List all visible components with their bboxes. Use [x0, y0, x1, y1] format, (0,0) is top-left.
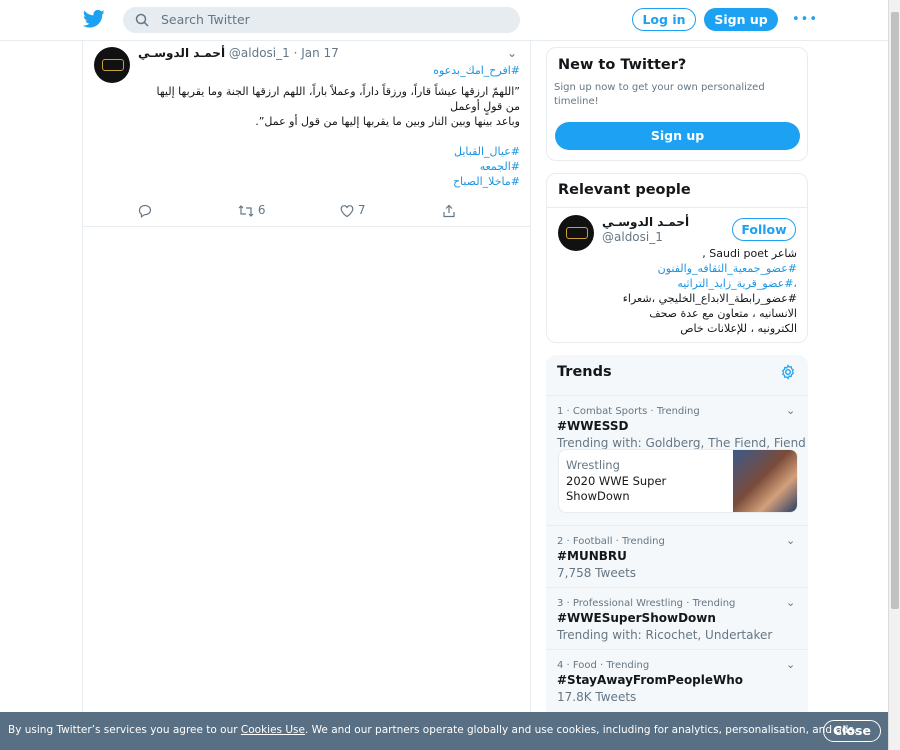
- cookie-close-button[interactable]: Close: [823, 720, 881, 742]
- trend-meta: 2 · Football · Trending: [557, 536, 665, 547]
- tweet-text-line: وباعد بينها وبين النار وبين ما يقربها إل…: [255, 115, 520, 128]
- new-to-twitter-card: New to Twitter? Sign up now to get your …: [546, 47, 808, 161]
- trend-tweet-count: 7,758 Tweets: [557, 566, 637, 580]
- bio-hashtag-link[interactable]: ،#عضو_قرية_زايد_التراثيه: [555, 276, 797, 291]
- news-thumbnail-image: [733, 450, 797, 512]
- bio-line: الكترونيه ، للإعلانات خاص: [680, 322, 797, 335]
- tweet-text-line: من قولٍ أوعمل: [450, 100, 520, 113]
- hashtag-link[interactable]: #ماخلا_الصباح: [138, 174, 520, 189]
- relevant-person-bio: شاعر Saudi poet , #عضو_جمعية_الثقافه_وال…: [555, 246, 797, 336]
- relevant-people-card: Relevant people أحمـد الدوسـي @aldosi_1 …: [546, 173, 808, 343]
- trends-card: Trends 1 · Combat Sports · Trending ⌄ #W…: [546, 355, 808, 725]
- chevron-down-icon[interactable]: ⌄: [786, 658, 795, 671]
- bio-line: #عضو_رابطة_الابداع_الخليجي ،شعراء: [622, 292, 797, 305]
- signup-button[interactable]: Sign up: [704, 8, 778, 31]
- cookie-text-after: . We and our partners operate globally a…: [304, 724, 858, 736]
- reply-icon: [138, 204, 152, 218]
- chevron-down-icon[interactable]: ⌄: [786, 596, 795, 609]
- trend-meta: 3 · Professional Wrestling · Trending: [557, 598, 736, 609]
- chevron-down-icon[interactable]: ⌄: [786, 534, 795, 547]
- author-avatar[interactable]: [94, 47, 130, 83]
- trend-tweet-count: 17.8K Tweets: [557, 690, 637, 704]
- news-title: 2020 WWE Super ShowDown: [566, 474, 667, 503]
- trend-meta: 4 · Food · Trending: [557, 660, 650, 671]
- timeline: أحمـد الدوسـي @aldosi_1 · Jan 17 ⌄ #افرح…: [82, 40, 531, 750]
- like-count: 7: [357, 203, 366, 217]
- trend-name[interactable]: #MUNBRU: [557, 549, 627, 563]
- hashtag-link[interactable]: #عيال_القبايل: [138, 144, 520, 159]
- follow-button[interactable]: Follow: [732, 218, 796, 241]
- cookie-text: By using Twitter’s services you agree to…: [8, 724, 857, 736]
- author-name[interactable]: أحمـد الدوسـي: [138, 46, 225, 60]
- relevant-person-handle[interactable]: @aldosi_1: [602, 230, 663, 244]
- relevant-person-name[interactable]: أحمـد الدوسـي: [602, 215, 689, 229]
- tweet-date[interactable]: · Jan 17: [294, 46, 339, 60]
- cookie-banner: By using Twitter’s services you agree to…: [0, 712, 888, 750]
- tweet[interactable]: أحمـد الدوسـي @aldosi_1 · Jan 17 ⌄ #افرح…: [83, 40, 530, 227]
- more-options-icon[interactable]: •••: [792, 12, 818, 27]
- trend-name[interactable]: #StayAwayFromPeopleWho: [557, 673, 743, 687]
- twitter-bird-icon[interactable]: [83, 9, 105, 29]
- share-button[interactable]: [442, 203, 456, 218]
- search-placeholder: Search Twitter: [161, 12, 250, 27]
- settings-gear-icon[interactable]: [780, 364, 796, 380]
- retweet-icon: [238, 204, 254, 217]
- tweet-text-line: ”اللهمّ ارزقها عيشاً قاراً، ورزقاً داراً…: [156, 85, 521, 98]
- bio-hashtag-link[interactable]: #عضو_جمعية_الثقافه_والفنون: [555, 261, 797, 276]
- bio-line: الانسانيه ، متعاون مع عدة صحف: [649, 307, 797, 320]
- new-to-twitter-title: New to Twitter?: [558, 57, 687, 73]
- trend-name[interactable]: #WWESuperShowDown: [557, 611, 716, 625]
- author-handle[interactable]: @aldosi_1: [229, 46, 290, 60]
- top-navigation-bar: Search Twitter Log in Sign up •••: [0, 0, 888, 41]
- trend-context: Trending with: Goldberg, The Fiend, Fien…: [557, 436, 806, 450]
- heart-icon: [340, 204, 354, 217]
- new-to-twitter-text: Sign up now to get your own personalized…: [554, 82, 765, 107]
- trend-context: Trending with: Ricochet, Undertaker: [557, 628, 773, 642]
- search-input[interactable]: Search Twitter: [123, 7, 520, 33]
- trends-title: Trends: [557, 364, 612, 380]
- retweet-button[interactable]: 6: [238, 203, 265, 218]
- chevron-down-icon[interactable]: ⌄: [786, 404, 795, 417]
- cookies-use-link[interactable]: Cookies Use: [241, 724, 305, 736]
- sidebar-signup-button[interactable]: Sign up: [555, 122, 800, 150]
- login-button[interactable]: Log in: [632, 8, 696, 31]
- news-category: Wrestling: [566, 458, 620, 472]
- hashtag-link[interactable]: #افرح_امك_بدعوه: [138, 63, 520, 78]
- retweet-count: 6: [257, 203, 266, 217]
- tweet-header: أحمـد الدوسـي @aldosi_1 · Jan 17: [138, 46, 339, 60]
- tweet-text: #افرح_امك_بدعوه ”اللهمّ ارزقها عيشاً قار…: [138, 63, 521, 189]
- tweet-actions: 6 7: [138, 203, 468, 219]
- reply-button[interactable]: [138, 203, 152, 218]
- trend-meta: 1 · Combat Sports · Trending: [557, 406, 700, 417]
- chevron-down-icon[interactable]: ⌄: [507, 46, 517, 60]
- bio-line: شاعر Saudi poet ,: [702, 247, 797, 260]
- scrollbar[interactable]: [888, 0, 900, 750]
- trend-item[interactable]: 1 · Combat Sports · Trending ⌄ #WWESSD T…: [546, 395, 808, 521]
- cookie-text-before: By using Twitter’s services you agree to…: [8, 724, 241, 736]
- relevant-people-title: Relevant people: [558, 182, 691, 198]
- trend-name[interactable]: #WWESSD: [557, 419, 628, 433]
- trend-item[interactable]: 4 · Food · Trending ⌄ #StayAwayFromPeopl…: [546, 649, 808, 711]
- hashtag-link[interactable]: #الجمعه: [138, 159, 520, 174]
- trend-item[interactable]: 2 · Football · Trending ⌄ #MUNBRU 7,758 …: [546, 525, 808, 587]
- trend-item[interactable]: 3 · Professional Wrestling · Trending ⌄ …: [546, 587, 808, 649]
- trend-news-card[interactable]: Wrestling 2020 WWE Super ShowDown: [558, 449, 798, 513]
- scrollbar-thumb[interactable]: [891, 12, 899, 609]
- like-button[interactable]: 7: [340, 203, 365, 218]
- search-icon: [135, 13, 149, 27]
- share-icon: [443, 204, 455, 217]
